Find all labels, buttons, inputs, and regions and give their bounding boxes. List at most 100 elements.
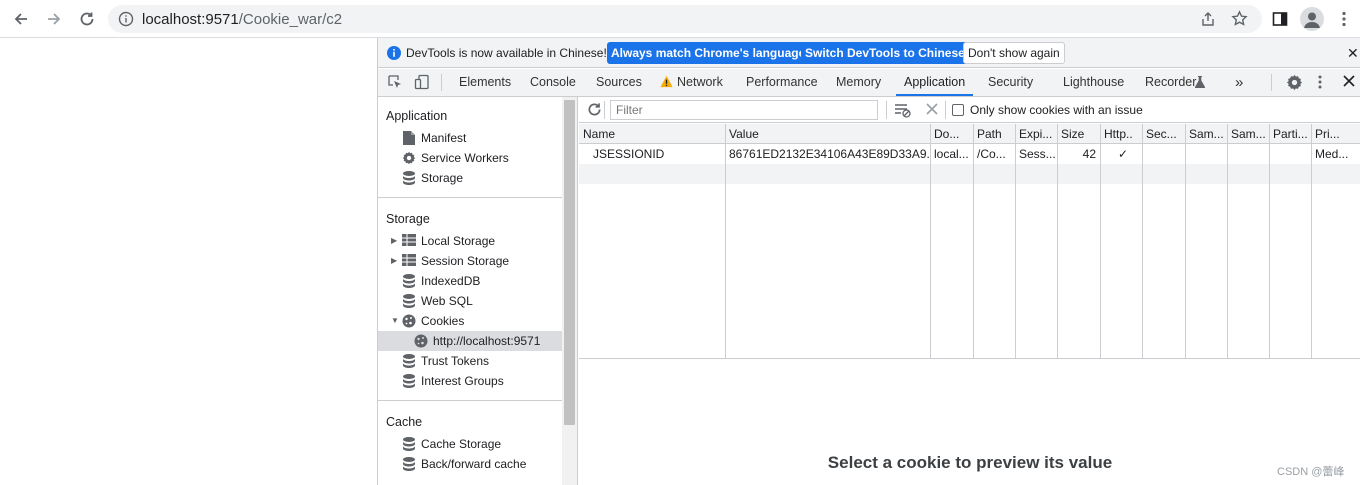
sidebar-item-cookie-origin[interactable]: http://localhost:9571 xyxy=(378,331,562,351)
tab-lighthouse[interactable]: Lighthouse xyxy=(1063,69,1124,96)
column-header-priority[interactable]: Pri... xyxy=(1311,124,1360,144)
sidebar-item-session-storage[interactable]: ▶ Session Storage xyxy=(378,251,562,271)
forward-arrow-icon[interactable] xyxy=(42,7,66,31)
column-header-secure[interactable]: Sec... xyxy=(1142,124,1185,144)
clear-filtered-icon[interactable] xyxy=(894,102,912,118)
tab-security[interactable]: Security xyxy=(988,69,1033,96)
tab-console[interactable]: Console xyxy=(530,69,576,96)
column-divider xyxy=(973,124,974,359)
sidebar-item-storage[interactable]: Storage xyxy=(378,168,562,188)
tab-elements[interactable]: Elements xyxy=(459,69,511,96)
url-path: /Cookie_war/c2 xyxy=(238,11,343,28)
column-header-partition[interactable]: Parti... xyxy=(1269,124,1311,144)
sidebar-item-label: Session Storage xyxy=(421,254,510,268)
flask-icon xyxy=(1195,76,1205,88)
sidebar-item-cookies[interactable]: ▼ Cookies xyxy=(378,311,562,331)
cell-name[interactable]: JSESSIONID xyxy=(589,144,725,164)
expand-arrow-icon[interactable]: ▶ xyxy=(391,256,397,265)
cell-path[interactable]: /Co... xyxy=(973,144,1015,164)
column-header-path[interactable]: Path xyxy=(973,124,1015,144)
cell-domain[interactable]: local... xyxy=(930,144,973,164)
watermark-text: CSDN @蕾峰 xyxy=(1277,466,1345,478)
settings-gear-icon[interactable] xyxy=(1286,74,1303,91)
column-divider xyxy=(1057,124,1058,359)
tab-recorder[interactable]: Recorder xyxy=(1145,69,1196,96)
device-toolbar-icon[interactable] xyxy=(414,74,430,90)
site-info-icon[interactable] xyxy=(118,11,134,27)
expand-arrow-icon[interactable]: ▶ xyxy=(391,236,397,245)
sidebar-item-bfcache[interactable]: Back/forward cache xyxy=(378,454,562,474)
tab-network[interactable]: Network xyxy=(677,69,723,96)
sidebar-item-indexeddb[interactable]: IndexedDB xyxy=(378,271,562,291)
column-header-size[interactable]: Size xyxy=(1057,124,1100,144)
clear-all-icon[interactable] xyxy=(926,103,938,115)
section-title-application: Application xyxy=(386,109,448,123)
cell-priority[interactable]: Med... xyxy=(1311,144,1360,164)
column-header-expires[interactable]: Expi... xyxy=(1015,124,1057,144)
infobar-close-icon[interactable]: ✕ xyxy=(1347,45,1359,62)
cell-httponly[interactable]: ✓ xyxy=(1100,144,1142,164)
only-issue-checkbox[interactable] xyxy=(952,104,964,116)
toolbar-separator xyxy=(886,101,887,119)
bookmark-star-icon[interactable] xyxy=(1231,10,1248,27)
sidebar-scrollbar-thumb[interactable] xyxy=(564,100,575,425)
sidebar-item-label: Storage xyxy=(421,171,464,185)
side-panel-icon[interactable] xyxy=(1268,7,1292,31)
reload-icon[interactable] xyxy=(75,7,99,31)
refresh-icon[interactable] xyxy=(587,102,602,117)
column-header-sameparty[interactable]: Sam... xyxy=(1227,124,1269,144)
tab-sources[interactable]: Sources xyxy=(596,69,642,96)
column-divider xyxy=(1227,124,1228,359)
column-header-value[interactable]: Value xyxy=(725,124,930,144)
cell-expires[interactable]: Sess... xyxy=(1015,144,1057,164)
database-icon xyxy=(403,437,417,451)
cell-size[interactable]: 42 xyxy=(1057,144,1100,164)
more-tabs-icon[interactable]: » xyxy=(1235,69,1243,96)
url-host: localhost:9571 xyxy=(142,11,239,28)
column-header-domain[interactable]: Do... xyxy=(930,124,973,144)
tab-application[interactable]: Application xyxy=(896,69,974,96)
inspect-element-icon[interactable] xyxy=(387,74,403,90)
column-divider xyxy=(930,124,931,359)
cell-value[interactable]: 86761ED2132E34106A43E89D33A9... xyxy=(725,144,930,164)
profile-avatar-icon[interactable] xyxy=(1300,7,1324,31)
devtools-menu-icon[interactable] xyxy=(1318,74,1322,90)
collapse-arrow-icon[interactable]: ▼ xyxy=(391,316,399,325)
column-header-name[interactable]: Name xyxy=(579,124,725,144)
sidebar-item-trust-tokens[interactable]: Trust Tokens xyxy=(378,351,562,371)
database-icon xyxy=(403,354,417,368)
column-divider xyxy=(1100,124,1101,359)
sidebar-item-label: Cookies xyxy=(421,314,465,328)
infobar-message: DevTools is now available in Chinese! xyxy=(406,46,607,60)
sidebar-item-label: Web SQL xyxy=(421,294,473,308)
cookies-toolbar: Only show cookies with an issue xyxy=(579,97,1360,123)
address-bar[interactable]: localhost:9571/Cookie_war/c2 xyxy=(108,5,1262,33)
toolbar-separator xyxy=(945,101,946,119)
dont-show-again-button[interactable]: Don't show again xyxy=(963,42,1065,64)
file-icon xyxy=(403,131,417,145)
column-header-samesite[interactable]: Sam... xyxy=(1185,124,1227,144)
sidebar-item-service-workers[interactable]: Service Workers xyxy=(378,148,562,168)
tab-performance[interactable]: Performance xyxy=(746,69,818,96)
browser-menu-icon[interactable] xyxy=(1332,7,1356,31)
devtools-close-icon[interactable] xyxy=(1343,75,1355,87)
share-icon[interactable] xyxy=(1200,11,1216,27)
switch-to-chinese-button[interactable]: Switch DevTools to Chinese xyxy=(801,42,969,64)
section-title-cache: Cache xyxy=(386,415,423,429)
sidebar-item-interest-groups[interactable]: Interest Groups xyxy=(378,371,562,391)
column-divider xyxy=(725,124,726,359)
sidebar-item-web-sql[interactable]: Web SQL xyxy=(378,291,562,311)
table-empty-row xyxy=(579,164,1360,184)
filter-input[interactable] xyxy=(610,100,878,120)
back-arrow-icon[interactable] xyxy=(9,7,33,31)
column-header-httponly[interactable]: Http.. xyxy=(1100,124,1142,144)
sidebar-item-cache-storage[interactable]: Cache Storage xyxy=(378,434,562,454)
grid-icon xyxy=(402,254,416,268)
devtools-panel: DevTools is now available in Chinese! Al… xyxy=(377,38,1360,485)
sidebar-item-manifest[interactable]: Manifest xyxy=(378,128,562,148)
sidebar-item-local-storage[interactable]: ▶ Local Storage xyxy=(378,231,562,251)
tab-memory[interactable]: Memory xyxy=(836,69,881,96)
column-divider xyxy=(1185,124,1186,359)
always-match-language-button[interactable]: Always match Chrome's language xyxy=(607,42,810,64)
gear-icon xyxy=(402,151,416,165)
